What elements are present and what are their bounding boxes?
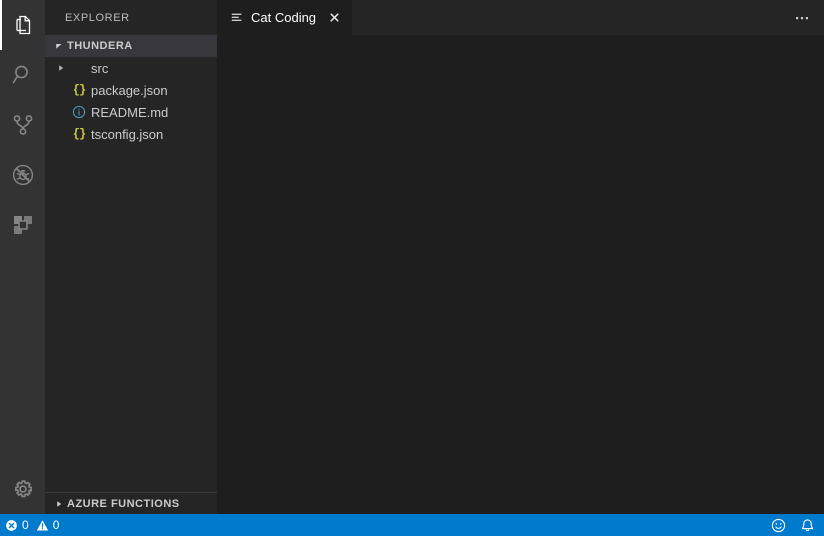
warning-icon (36, 519, 49, 532)
tree-item-label: README.md (89, 105, 168, 120)
azure-functions-section-label: AZURE FUNCTIONS (67, 498, 180, 510)
info-icon (69, 105, 89, 119)
activity-bar-item-manage[interactable] (0, 464, 45, 514)
status-bar-problems[interactable]: 0 0 (0, 514, 64, 536)
workbench-upper: EXPLORER THUNDERA (0, 0, 824, 514)
tab-label: Cat Coding (251, 10, 326, 25)
status-bar-feedback[interactable] (766, 514, 795, 536)
chevron-right-icon[interactable] (53, 63, 69, 73)
error-count: 0 (22, 514, 29, 536)
debug-alt-icon (10, 162, 36, 188)
gear-icon (11, 477, 35, 501)
files-icon (11, 13, 35, 37)
activity-bar-item-extensions[interactable] (0, 200, 45, 250)
folders-section-header[interactable]: THUNDERA (45, 35, 217, 57)
close-icon[interactable] (326, 10, 342, 26)
explorer-pane: THUNDERA src (45, 35, 217, 514)
activity-bar-bottom-items (0, 464, 45, 514)
status-bar-notifications[interactable] (795, 514, 824, 536)
json-icon: {} (69, 127, 89, 141)
folders-section-label: THUNDERA (67, 40, 133, 52)
preview-icon (229, 10, 245, 26)
bell-icon (800, 518, 815, 533)
sidebar: EXPLORER THUNDERA (45, 0, 217, 514)
json-icon: {} (69, 83, 89, 97)
ellipsis-icon (794, 10, 810, 26)
tab-cat-coding[interactable]: Cat Coding (217, 0, 352, 35)
tree-row-readme-md[interactable]: README.md (45, 101, 217, 123)
tree-row-package-json[interactable]: {} package.json (45, 79, 217, 101)
webview-panel[interactable] (217, 35, 824, 514)
tree-row-tsconfig-json[interactable]: {} tsconfig.json (45, 123, 217, 145)
status-bar: 0 0 (0, 514, 824, 536)
activity-bar-item-explorer[interactable] (0, 0, 45, 50)
search-icon (10, 62, 36, 88)
editor-group: Cat Coding (217, 0, 824, 514)
activity-bar-item-search[interactable] (0, 50, 45, 100)
chevron-down-icon (53, 41, 65, 51)
sidebar-title: EXPLORER (45, 0, 217, 35)
tree-item-label: package.json (89, 83, 168, 98)
tabs-container: Cat Coding (217, 0, 788, 35)
chevron-right-icon (53, 499, 65, 509)
file-tree: src {} package.json (45, 57, 217, 492)
extensions-icon (11, 213, 35, 237)
activity-bar-top-items (0, 0, 45, 250)
error-icon (5, 519, 18, 532)
folders-section: THUNDERA src (45, 35, 217, 492)
activity-bar-item-run-debug[interactable] (0, 150, 45, 200)
activity-bar-item-source-control[interactable] (0, 100, 45, 150)
activity-bar (0, 0, 45, 514)
more-actions-button[interactable] (788, 4, 816, 32)
smiley-icon (771, 518, 786, 533)
editor-actions (788, 0, 824, 35)
source-control-icon (10, 112, 36, 138)
tree-row-src[interactable]: src (45, 57, 217, 79)
tabs-bar: Cat Coding (217, 0, 824, 35)
tree-item-label: tsconfig.json (89, 127, 163, 142)
warning-count: 0 (53, 514, 60, 536)
tree-item-label: src (89, 61, 108, 76)
status-bar-right (766, 514, 824, 536)
editor-content (217, 35, 824, 514)
status-bar-left: 0 0 (0, 514, 64, 536)
azure-functions-section-header[interactable]: AZURE FUNCTIONS (45, 492, 217, 514)
workbench: EXPLORER THUNDERA (0, 0, 824, 536)
